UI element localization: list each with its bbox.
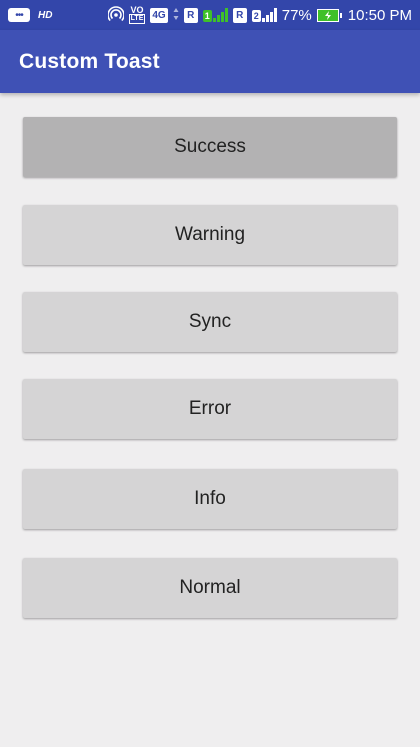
status-bar-left: ••• HD xyxy=(8,8,52,22)
hotspot-icon xyxy=(106,5,125,25)
warning-button[interactable]: Warning xyxy=(23,205,397,265)
volte-indicator: VO LTE xyxy=(128,5,146,24)
network-type-badge: 4G xyxy=(150,7,168,23)
sim1-slot-badge: 1 xyxy=(202,10,212,22)
sim2-slot-badge: 2 xyxy=(251,10,261,22)
sim2-signal-icon: 2 xyxy=(251,8,277,22)
data-arrows-icon xyxy=(173,7,179,24)
sim1-signal-bars xyxy=(212,8,228,22)
normal-button[interactable]: Normal xyxy=(23,558,397,618)
success-button[interactable]: Success xyxy=(23,117,397,177)
app-title: Custom Toast xyxy=(19,49,160,73)
chat-notification-icon: ••• xyxy=(8,8,30,22)
battery-percent: 77% xyxy=(281,6,312,24)
status-bar-right: VO LTE 4G R 1 R 2 77% 10:50 PM xyxy=(106,5,412,25)
sim2-roaming-badge: R xyxy=(232,7,247,23)
error-button[interactable]: Error xyxy=(23,379,397,439)
sim1-roaming-badge: R xyxy=(183,7,198,23)
app-bar: Custom Toast xyxy=(0,30,420,93)
status-bar: ••• HD VO LTE 4G R 1 R 2 77% 10:50 PM xyxy=(0,0,420,30)
sim2-signal-bars xyxy=(261,8,277,22)
sim1-signal-icon: 1 xyxy=(202,8,228,22)
battery-charging-icon xyxy=(316,8,342,22)
sync-button[interactable]: Sync xyxy=(23,292,397,352)
volte-vo-label: VO xyxy=(130,5,144,15)
clock-time: 10:50 PM xyxy=(347,6,412,24)
volte-lte-label: LTE xyxy=(128,14,146,24)
info-button[interactable]: Info xyxy=(23,469,397,529)
hd-voice-indicator: HD xyxy=(38,9,53,21)
